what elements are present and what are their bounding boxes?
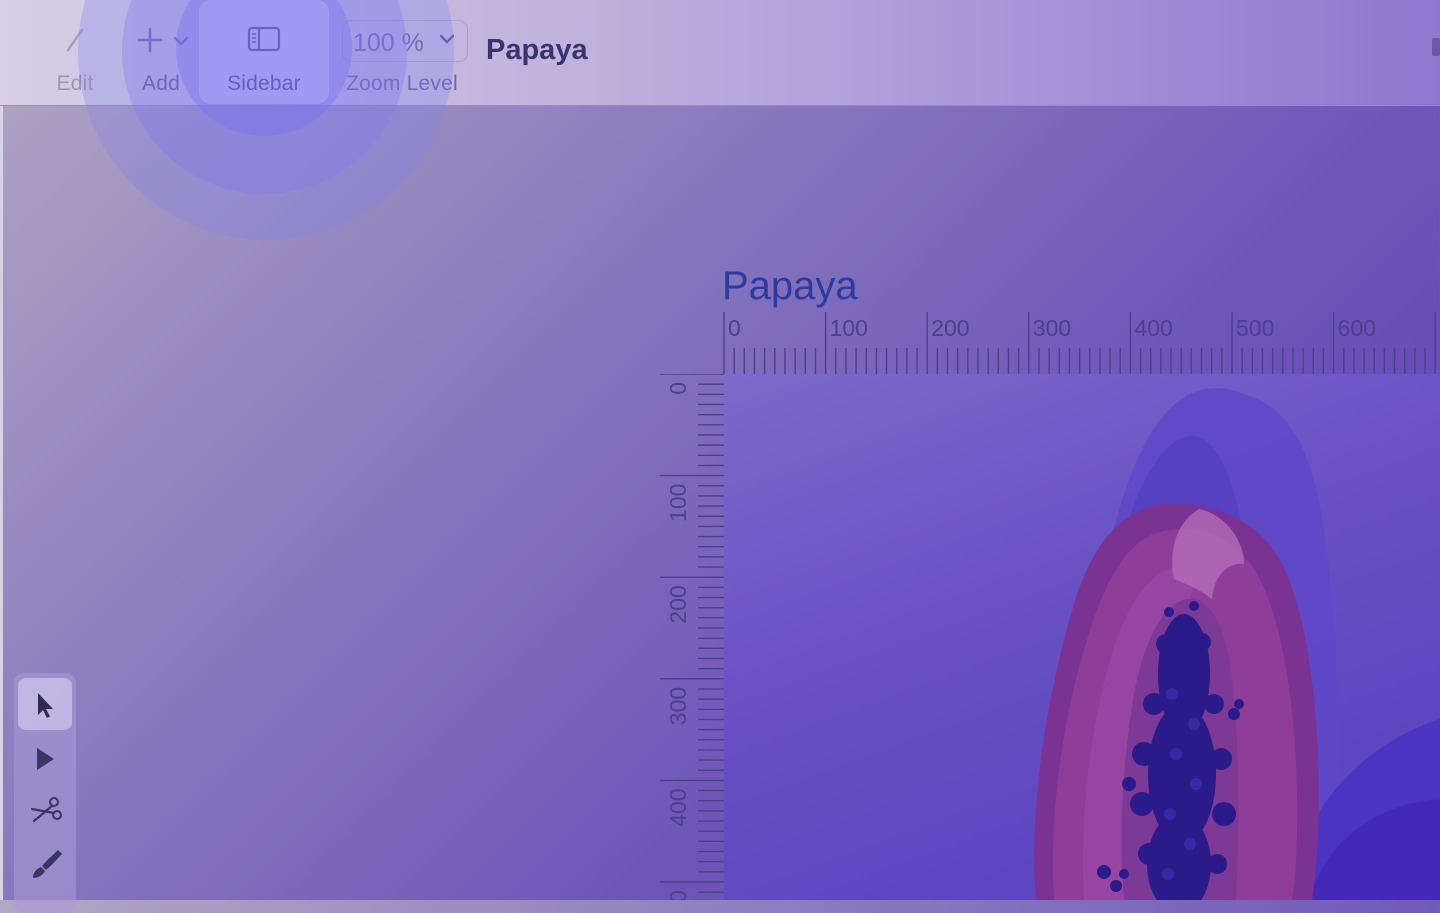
- vertical-ruler-label: 400: [665, 788, 691, 826]
- vertical-ruler-label: 500: [665, 890, 691, 900]
- horizontal-ruler[interactable]: 0 100 200 300 400 500 600: [722, 312, 1440, 374]
- zoom-value: 100 %: [353, 29, 424, 57]
- zoom-dropdown[interactable]: 100 %: [342, 20, 468, 62]
- chevron-down-icon: [439, 34, 455, 44]
- papaya-illustration[interactable]: [724, 374, 1440, 900]
- vertical-ruler-label: 0: [665, 382, 691, 395]
- artboard-canvas[interactable]: [724, 374, 1440, 900]
- pencil-icon: [66, 28, 84, 52]
- select-tool[interactable]: [18, 678, 72, 730]
- horizontal-ruler-label: 500: [1236, 315, 1274, 341]
- pointer-arrow-icon: [38, 693, 53, 718]
- vertical-ruler-label: 200: [665, 585, 691, 623]
- horizontal-ruler-label: 300: [1033, 315, 1071, 341]
- pen-brush-icon: [33, 850, 62, 878]
- plus-icon: [137, 27, 189, 53]
- sidebar-button[interactable]: Sidebar: [199, 0, 329, 104]
- zoom-level-control[interactable]: 100 % Zoom Level: [338, 0, 468, 104]
- tool-palette: [14, 673, 76, 913]
- window-edge: [0, 0, 3, 900]
- toolbar: Edit Add Sidebar 100 % Zoom Level Papaya: [0, 0, 1440, 106]
- sidebar-label: Sidebar: [227, 72, 301, 95]
- direct-select-tool[interactable]: [18, 731, 72, 783]
- edit-label: Edit: [56, 72, 94, 95]
- edit-button[interactable]: Edit: [44, 0, 106, 104]
- horizontal-ruler-label: 600: [1338, 315, 1376, 341]
- zoom-label: Zoom Level: [346, 72, 458, 95]
- horizontal-ruler-label: 100: [830, 315, 868, 341]
- horizontal-ruler-label: 0: [728, 315, 741, 341]
- sidebar-icon: [247, 26, 281, 52]
- scissors-tool[interactable]: [18, 783, 72, 835]
- vertical-ruler[interactable]: 0 100 200 300 400 500: [660, 374, 724, 900]
- document-title: Papaya: [486, 34, 588, 66]
- add-label: Add: [142, 72, 180, 95]
- direct-select-arrow-icon: [37, 748, 54, 770]
- vertical-ruler-label: 300: [665, 687, 691, 725]
- artboard-title: Papaya: [722, 264, 858, 308]
- horizontal-ruler-label: 400: [1134, 315, 1172, 341]
- vertical-ruler-label: 100: [665, 484, 691, 522]
- pen-tool[interactable]: [18, 836, 72, 888]
- toolbar-overflow-edge: [1432, 38, 1440, 56]
- horizontal-ruler-label: 200: [931, 315, 969, 341]
- scissors-icon: [30, 797, 62, 823]
- add-button[interactable]: Add: [128, 0, 194, 104]
